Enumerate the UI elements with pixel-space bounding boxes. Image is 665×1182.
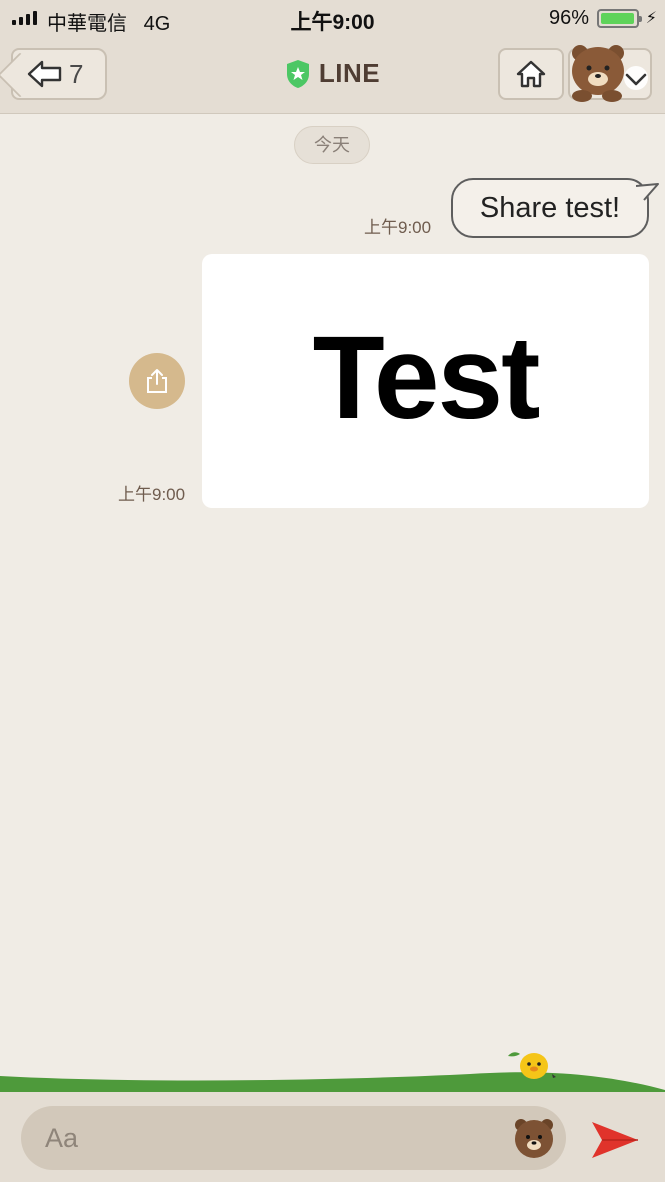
unread-count: 7 xyxy=(69,58,84,89)
home-icon xyxy=(516,60,546,88)
hill-decoration xyxy=(0,1052,665,1100)
share-button[interactable] xyxy=(129,353,185,409)
message-time: 上午9:00 xyxy=(118,485,186,504)
message-input[interactable]: Aa xyxy=(21,1106,566,1170)
input-placeholder: Aa xyxy=(45,1122,79,1153)
charging-icon: ⚡ xyxy=(645,10,657,27)
battery-icon xyxy=(597,9,642,28)
back-arrow-icon xyxy=(27,60,62,88)
sticker-button[interactable] xyxy=(512,1116,556,1160)
brown-bear-icon xyxy=(572,45,624,102)
status-bar: 中華電信 4G 上午9:00 96% ⚡ xyxy=(0,0,665,36)
text-message-bubble[interactable]: Share test! xyxy=(451,178,649,238)
share-icon xyxy=(147,369,167,393)
message-time: 上午9:00 xyxy=(364,218,432,237)
image-message-text: Test xyxy=(312,312,541,444)
bubble-tail xyxy=(636,183,659,203)
battery-percent: 96% xyxy=(548,7,589,29)
home-button[interactable] xyxy=(498,48,564,100)
send-icon[interactable] xyxy=(590,1118,640,1162)
chevron-down-icon xyxy=(624,66,648,90)
message-input-bar: Aa xyxy=(0,1092,665,1182)
chat-title: LINE xyxy=(0,58,665,89)
chat-header: 7 LINE xyxy=(0,36,665,114)
chat-title-text: LINE xyxy=(318,58,381,88)
official-shield-icon xyxy=(286,59,309,88)
image-message[interactable]: Test xyxy=(202,254,649,508)
date-separator: 今天 xyxy=(294,126,370,164)
